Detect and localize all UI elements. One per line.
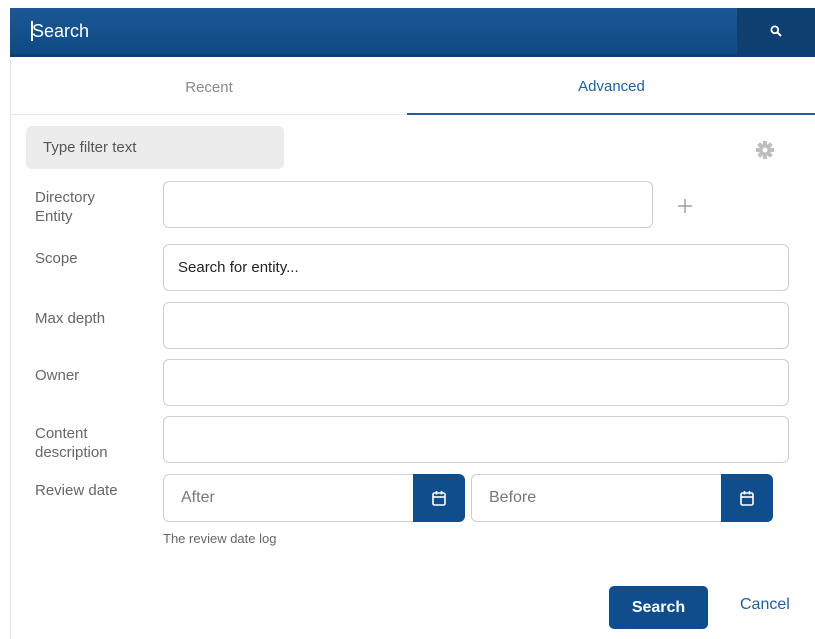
- tab-bar: Recent Advanced: [11, 60, 815, 115]
- review-date-after-input[interactable]: [163, 474, 414, 522]
- search-icon: [770, 25, 782, 37]
- global-search-button[interactable]: [737, 8, 815, 54]
- owner-field[interactable]: [163, 359, 789, 406]
- max-depth-field[interactable]: [163, 302, 789, 349]
- review-date-hint: The review date log: [163, 531, 277, 546]
- directory-entity-label: Directory Entity: [35, 189, 96, 225]
- search-bar: [10, 8, 815, 57]
- search-panel: Recent Advanced Directory Entity Scope M…: [10, 60, 815, 639]
- scope-label: Scope: [35, 250, 78, 267]
- directory-entity-field[interactable]: [163, 181, 653, 228]
- add-directory-entity-button[interactable]: [673, 194, 697, 218]
- filter-input[interactable]: [26, 126, 284, 169]
- owner-label: Owner: [35, 367, 80, 384]
- content-description-field[interactable]: [163, 416, 789, 463]
- calendar-icon: [432, 491, 446, 506]
- cancel-button[interactable]: Cancel: [740, 596, 790, 614]
- global-search-input[interactable]: [32, 8, 732, 54]
- calendar-icon: [740, 491, 754, 506]
- review-date-before-input[interactable]: [471, 474, 722, 522]
- before-date-picker-button[interactable]: [721, 474, 773, 522]
- tab-recent[interactable]: Recent: [11, 60, 407, 115]
- after-date-picker-button[interactable]: [413, 474, 465, 522]
- search-button[interactable]: Search: [609, 586, 708, 629]
- plus-icon: [678, 199, 692, 213]
- max-depth-label: Max depth: [35, 310, 106, 327]
- text-caret: [31, 21, 33, 41]
- review-date-label: Review date: [35, 482, 118, 499]
- scope-entity-search-input[interactable]: [163, 244, 789, 291]
- gear-icon[interactable]: [755, 140, 775, 160]
- content-description-label: Content description: [35, 425, 108, 461]
- tab-advanced[interactable]: Advanced: [407, 60, 815, 115]
